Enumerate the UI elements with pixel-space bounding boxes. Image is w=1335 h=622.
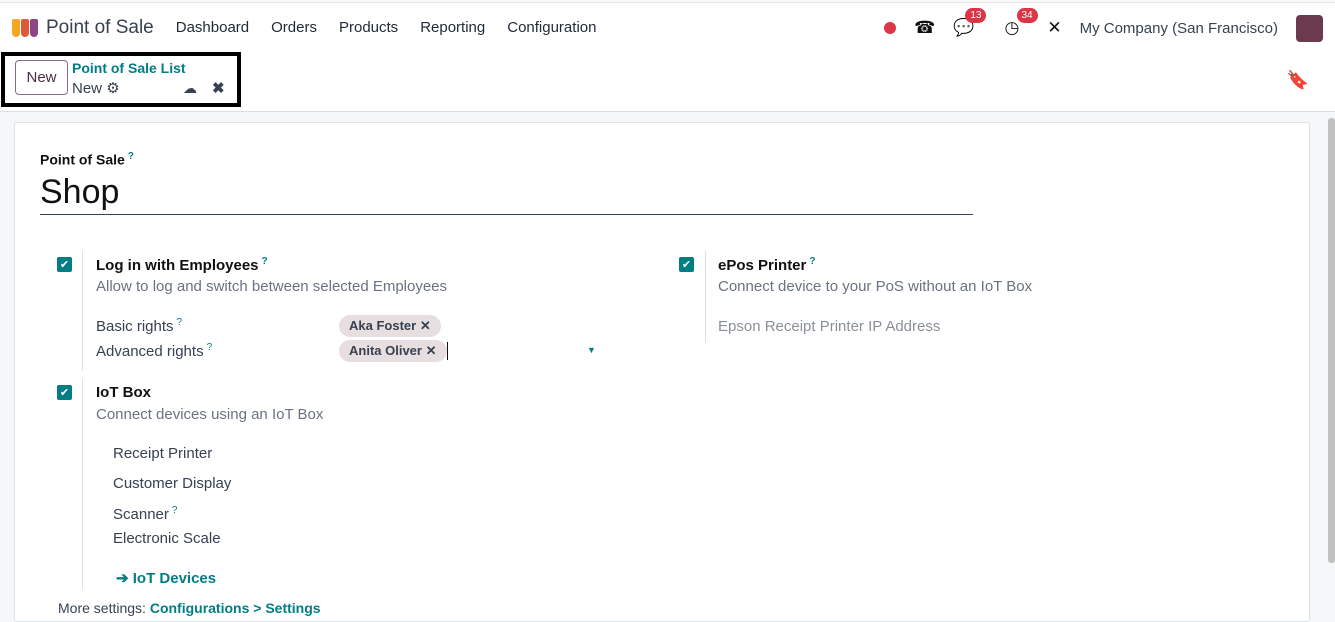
status-dot-icon[interactable] bbox=[884, 22, 897, 34]
electronic-scale-label: Electronic Scale bbox=[113, 530, 221, 547]
customer-display-label: Customer Display bbox=[113, 475, 232, 492]
iot-devices-label: IoT Devices bbox=[132, 570, 217, 587]
help-icon[interactable]: ? bbox=[809, 256, 815, 267]
tag-label: Anita Oliver bbox=[349, 343, 422, 358]
pos-name-label: Point of Sale bbox=[40, 151, 125, 168]
company-switcher[interactable]: My Company (San Francisco) bbox=[1080, 20, 1278, 37]
receipt-printer-label: Receipt Printer bbox=[113, 445, 213, 462]
iot-desc: Connect devices using an IoT Box bbox=[96, 406, 324, 423]
employees-title: Log in with Employees bbox=[96, 257, 259, 274]
epos-desc: Connect device to your PoS without an Io… bbox=[718, 278, 1033, 295]
remove-tag-icon[interactable]: ✕ bbox=[426, 343, 437, 358]
iot-checkbox[interactable]: ✔ bbox=[57, 385, 72, 400]
arrow-right-icon: ➔ bbox=[116, 570, 129, 587]
menu-dashboard[interactable]: Dashboard bbox=[176, 19, 249, 36]
gear-icon[interactable]: ⚙ bbox=[106, 80, 119, 97]
pos-name-input[interactable]: Shop bbox=[40, 173, 973, 215]
new-button[interactable]: New bbox=[15, 60, 68, 95]
discard-close-icon[interactable]: ✖ bbox=[212, 79, 225, 97]
iot-title: IoT Box bbox=[96, 384, 151, 401]
advanced-rights-tag[interactable]: Anita Oliver ✕ bbox=[339, 340, 447, 362]
advanced-rights-label: Advanced rights bbox=[96, 343, 204, 360]
epos-title: ePos Printer bbox=[718, 257, 807, 274]
app-name[interactable]: Point of Sale bbox=[46, 17, 154, 39]
messages-badge: 13 bbox=[965, 8, 987, 23]
basic-rights-label: Basic rights bbox=[96, 318, 174, 335]
epos-checkbox[interactable]: ✔ bbox=[679, 257, 694, 272]
bookmark-icon[interactable]: 🔖 bbox=[1287, 70, 1309, 91]
highlight-box: New Point of Sale List New ⚙ ☁ ✖ bbox=[1, 52, 241, 107]
tag-label: Aka Foster bbox=[349, 318, 417, 333]
basic-rights-tag[interactable]: Aka Foster ✕ bbox=[339, 315, 441, 337]
scrollbar[interactable] bbox=[1328, 118, 1335, 563]
settings-link[interactable]: Configurations > Settings bbox=[150, 600, 321, 616]
form-sheet: Point of Sale? Shop ✔ Log in with Employ… bbox=[14, 122, 1310, 622]
help-icon[interactable]: ? bbox=[128, 151, 134, 162]
save-cloud-icon[interactable]: ☁ bbox=[183, 80, 197, 97]
top-navbar: Point of Sale Dashboard Orders Products … bbox=[0, 2, 1335, 52]
employees-checkbox[interactable]: ✔ bbox=[57, 257, 72, 272]
activities-badge: 34 bbox=[1016, 8, 1038, 23]
menu-reporting[interactable]: Reporting bbox=[420, 19, 485, 36]
dropdown-caret-icon[interactable]: ▼ bbox=[587, 345, 596, 355]
employees-desc: Allow to log and switch between selected… bbox=[96, 278, 448, 295]
help-icon[interactable]: ? bbox=[262, 256, 268, 267]
breadcrumb[interactable]: Point of Sale List bbox=[72, 60, 186, 76]
app-logo-icon[interactable] bbox=[12, 18, 38, 37]
iot-devices-link[interactable]: ➔ IoT Devices bbox=[116, 569, 216, 587]
record-name: New bbox=[72, 80, 103, 97]
activity-clock-icon[interactable]: ◷ 34 bbox=[1005, 8, 1038, 38]
scanner-label: Scanner bbox=[113, 506, 169, 523]
menu-orders[interactable]: Orders bbox=[271, 19, 317, 36]
menu-products[interactable]: Products bbox=[339, 19, 398, 36]
phone-icon[interactable]: ☎ bbox=[914, 18, 935, 38]
control-panel: New Point of Sale List New ⚙ ☁ ✖ 🔖 bbox=[0, 52, 1335, 112]
more-settings-label: More settings: bbox=[58, 600, 146, 616]
remove-tag-icon[interactable]: ✕ bbox=[420, 318, 431, 333]
menu-configuration[interactable]: Configuration bbox=[507, 19, 596, 36]
epson-ip-field[interactable]: Epson Receipt Printer IP Address bbox=[718, 318, 940, 335]
advanced-rights-input[interactable] bbox=[447, 342, 597, 360]
avatar[interactable] bbox=[1296, 14, 1323, 42]
messages-icon[interactable]: 💬 13 bbox=[953, 8, 987, 38]
tools-icon[interactable]: ✕ bbox=[1047, 18, 1061, 38]
